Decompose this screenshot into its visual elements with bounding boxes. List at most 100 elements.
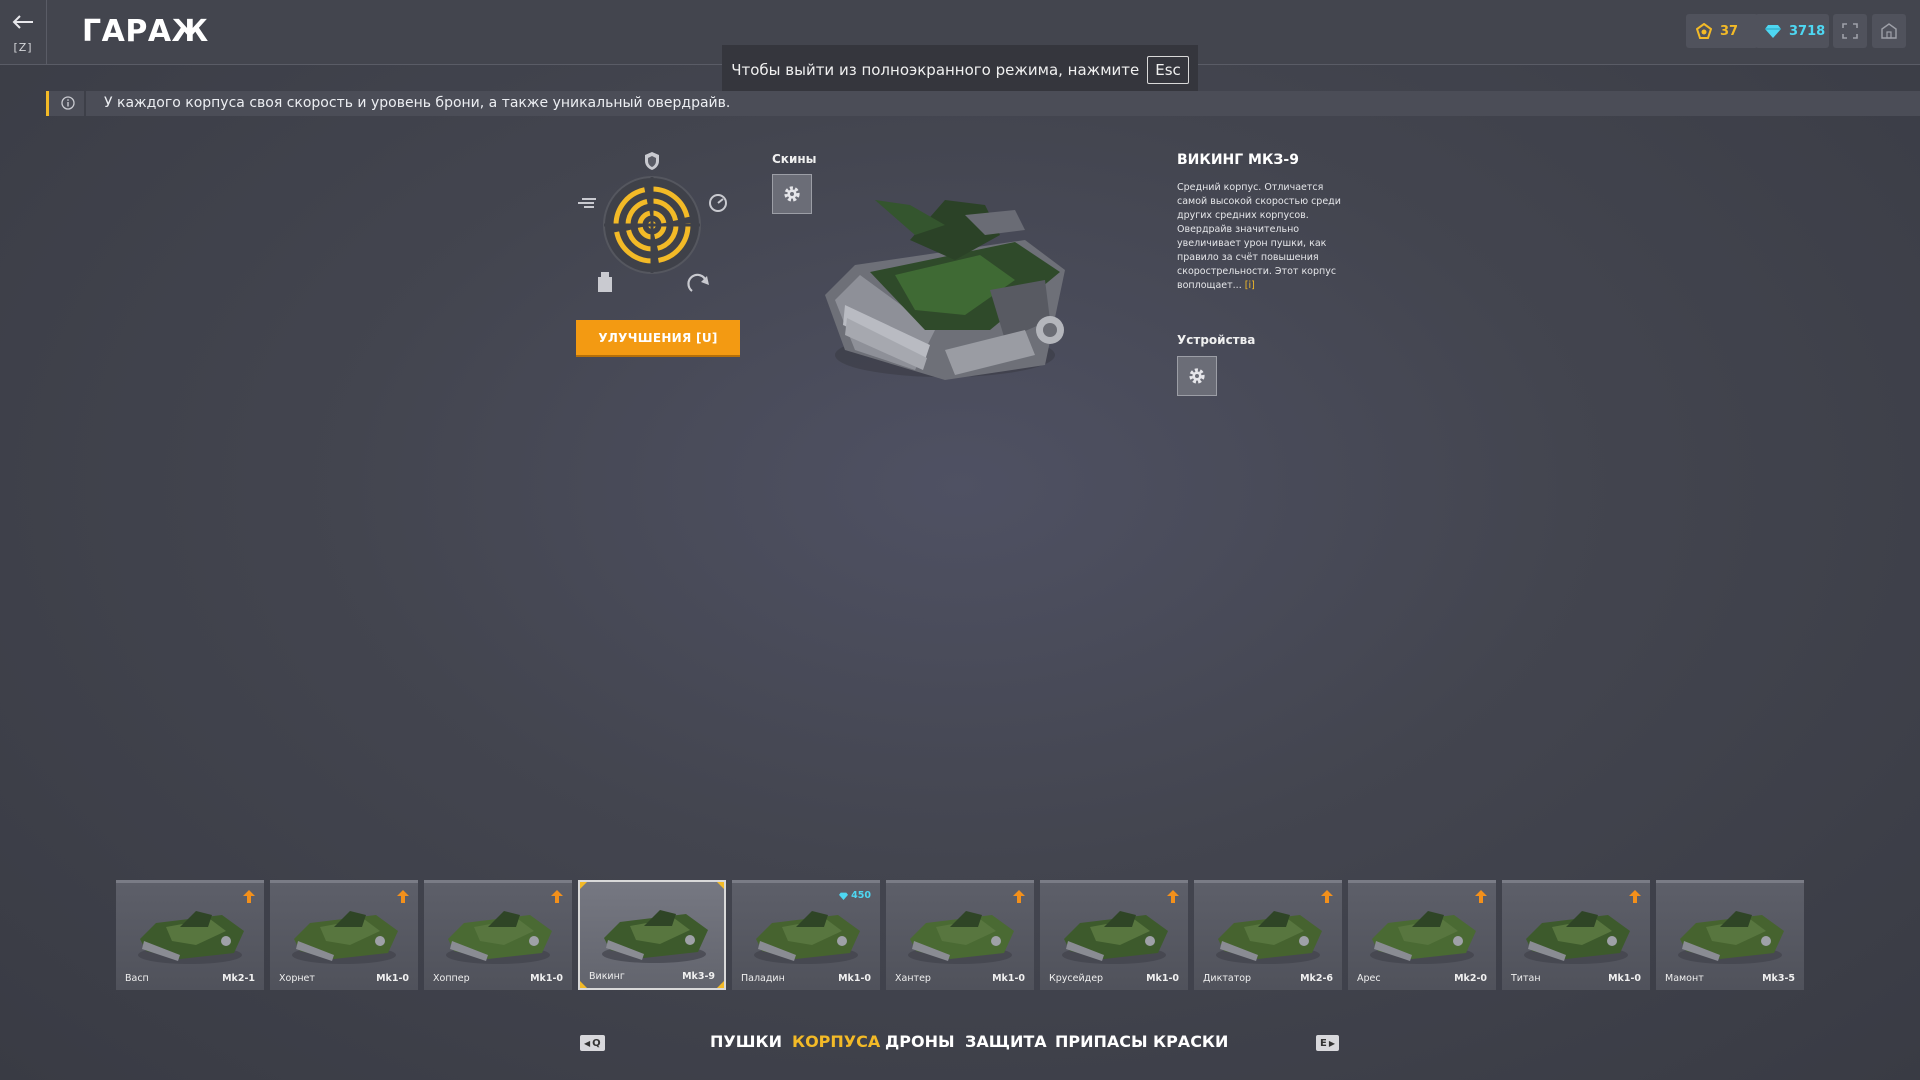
hull-card-name: Викинг	[589, 971, 625, 982]
hull-card-name: Хорнет	[279, 973, 315, 984]
fullscreen-notice: Чтобы выйти из полноэкранного режима, на…	[722, 45, 1198, 94]
hull-card[interactable]: Хорнет Mk1-0	[270, 880, 418, 990]
acceleration-icon	[578, 198, 596, 208]
upgrade-arrow-icon	[551, 890, 563, 903]
category-tab[interactable]: ДРОНЫ	[885, 1032, 955, 1051]
upgrades-button[interactable]: УЛУЧШЕНИЯ [U]	[576, 320, 740, 355]
hull-card-mk: Mk1-0	[530, 973, 563, 984]
hull-card-mk: Mk1-0	[838, 973, 871, 984]
hull-card-mk: Mk1-0	[1608, 973, 1641, 984]
fullscreen-button[interactable]	[1833, 14, 1867, 48]
hull-thumbnail	[446, 911, 552, 964]
info-icon	[61, 96, 75, 110]
hull-card[interactable]: Хантер Mk1-0	[886, 880, 1034, 990]
garage-menu-button[interactable]	[1872, 14, 1906, 48]
diamond-icon	[839, 892, 849, 900]
hull-card-name: Мамонт	[1665, 973, 1704, 984]
hull-card-name: Крусейдер	[1049, 973, 1104, 984]
hull-card-mk: Mk2-6	[1300, 973, 1333, 984]
crystal-icon	[1696, 23, 1712, 39]
gems-value: 3718	[1789, 23, 1826, 39]
category-tab[interactable]: ПУШКИ	[710, 1032, 782, 1051]
hull-card[interactable]: Диктатор Mk2-6	[1194, 880, 1342, 990]
category-tab[interactable]: КРАСКИ	[1153, 1032, 1228, 1051]
prev-key-label: Q	[592, 1037, 601, 1049]
chevron-right-icon: ▶	[1328, 1038, 1335, 1048]
hull-card-mk: Mk1-0	[992, 973, 1025, 984]
hull-card-name: Паладин	[741, 973, 785, 984]
hull-card-mk: Mk3-5	[1762, 973, 1795, 984]
upgrade-arrow-icon	[1475, 890, 1487, 903]
hull-thumbnail	[138, 911, 244, 964]
hull-thumbnail	[1062, 911, 1168, 964]
crystals-counter[interactable]: 37	[1686, 14, 1758, 48]
hull-card[interactable]: Викинг Mk3-9	[578, 880, 726, 990]
back-button[interactable]: [Z]	[0, 0, 47, 64]
category-tab[interactable]: ПРИПАСЫ	[1055, 1032, 1148, 1051]
more-info-link[interactable]: [i]	[1245, 280, 1255, 291]
upgrade-arrow-icon	[397, 890, 409, 903]
hull-price-value: 450	[851, 890, 871, 901]
hull-card-name: Хоппер	[433, 973, 470, 984]
chevron-left-icon: ◀	[584, 1038, 591, 1048]
hull-thumbnail	[908, 911, 1014, 964]
arrow-left-icon	[12, 15, 33, 29]
category-tab[interactable]: КОРПУСА	[792, 1032, 880, 1051]
diamond-icon	[1765, 25, 1781, 38]
gear-icon	[1189, 368, 1205, 384]
devices-label: Устройства	[1177, 333, 1256, 347]
upgrade-arrow-icon	[1629, 890, 1641, 903]
hull-carousel: Васп Mk2-1 Хорнет Mk1-0 Хоппер Mk1-0 Викинг Mk3…	[116, 880, 1806, 992]
category-tab[interactable]: ЗАЩИТА	[965, 1032, 1047, 1051]
hull-thumbnail	[1678, 911, 1784, 964]
hull-thumbnail	[754, 911, 860, 964]
hull-card[interactable]: Крусейдер Mk1-0	[1040, 880, 1188, 990]
selection-corner	[717, 882, 724, 889]
upgrade-arrow-icon	[1013, 890, 1025, 903]
hull-card-mk: Mk2-1	[222, 973, 255, 984]
crystals-value: 37	[1720, 23, 1739, 39]
hull-card-name: Титан	[1511, 973, 1541, 984]
hull-card[interactable]: Арес Mk2-0	[1348, 880, 1496, 990]
selection-corner	[580, 882, 587, 889]
prev-category-key[interactable]: ◀ Q	[580, 1035, 605, 1051]
hull-price: 450	[839, 890, 871, 901]
fullscreen-icon	[1842, 23, 1858, 39]
next-key-label: E	[1320, 1037, 1327, 1049]
devices-button[interactable]	[1177, 356, 1217, 396]
skins-button[interactable]	[772, 174, 812, 214]
selection-corner	[580, 981, 587, 988]
info-accent-bar	[46, 91, 49, 116]
next-category-key[interactable]: E ▶	[1316, 1035, 1339, 1051]
hull-thumbnail	[1370, 911, 1476, 964]
hull-description: Средний корпус. Отличается самой высокой…	[1177, 181, 1347, 293]
hull-card-mk: Mk2-0	[1454, 973, 1487, 984]
hull-card[interactable]: 450 Паладин Mk1-0	[732, 880, 880, 990]
gear-icon	[784, 186, 800, 202]
gems-counter[interactable]: 3718	[1755, 14, 1829, 48]
upgrade-arrow-icon	[243, 890, 255, 903]
hull-card[interactable]: Мамонт Mk3-5	[1656, 880, 1804, 990]
hull-card[interactable]: Васп Mk2-1	[116, 880, 264, 990]
hull-card-mk: Mk1-0	[1146, 973, 1179, 984]
turn-speed-icon	[687, 273, 709, 292]
page-title: ГАРАЖ	[82, 14, 209, 49]
speedometer-icon	[709, 194, 727, 212]
upgrade-radar[interactable]	[570, 145, 740, 305]
hull-card[interactable]: Хоппер Mk1-0	[424, 880, 572, 990]
hull-card-name: Хантер	[895, 973, 931, 984]
hull-name: ВИКИНГ МКЗ-9	[1177, 152, 1299, 168]
hull-card-name: Диктатор	[1203, 973, 1252, 984]
building-icon	[1881, 23, 1897, 39]
hull-thumbnail	[1216, 911, 1322, 964]
hull-preview-image	[825, 200, 1065, 380]
upgrade-arrow-icon	[1321, 890, 1333, 903]
skins-label: Скины	[772, 152, 817, 166]
info-text: У каждого корпуса своя скорость и уровен…	[104, 95, 731, 111]
weight-icon	[598, 272, 612, 292]
selection-corner	[717, 981, 724, 988]
hull-card-name: Арес	[1357, 973, 1381, 984]
hull-card[interactable]: Титан Mk1-0	[1502, 880, 1650, 990]
hull-card-name: Васп	[125, 973, 149, 984]
hull-thumbnail	[602, 910, 708, 963]
